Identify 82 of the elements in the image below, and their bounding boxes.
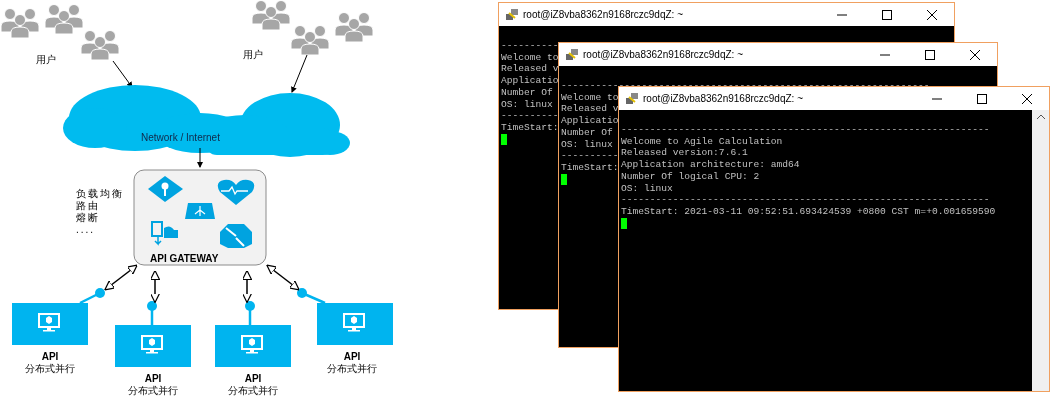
window-title: root@iZ8vba8362n9168rczc9dqZ: ~ <box>583 48 743 62</box>
heart-icon <box>217 179 255 205</box>
terminal-line: OS: linux <box>501 98 553 111</box>
terminal-line: ---------- <box>561 150 619 162</box>
arrow <box>291 54 308 93</box>
terminal-line: Released v <box>561 103 619 116</box>
feature-note: .... <box>76 224 96 235</box>
arrow <box>197 147 203 168</box>
service-subtitle: 分布式并行 <box>128 384 178 398</box>
terminal-line: Number Of <box>561 126 613 139</box>
terminal-line: TimeStart: <box>561 161 619 174</box>
close-icon <box>969 49 980 60</box>
cursor <box>621 217 627 229</box>
people-group-icon <box>0 8 40 39</box>
terminal-line: ---------- <box>501 110 559 122</box>
terminal-app-icon <box>505 7 519 22</box>
arrow <box>112 60 133 88</box>
service-title: API <box>343 350 361 363</box>
feature-note: 熔断 <box>76 212 100 223</box>
connector-pin <box>147 301 157 325</box>
key-icon <box>148 176 183 202</box>
connector-pin <box>79 288 105 305</box>
network-label: Network / Internet <box>141 131 220 145</box>
double-arrow <box>241 269 253 304</box>
terminal-app-icon <box>625 91 639 106</box>
terminal-line: Released v <box>501 63 559 76</box>
people-group-icon <box>334 12 374 43</box>
connector-pin <box>245 301 255 325</box>
people-group-icon <box>44 4 84 35</box>
window-title: root@iZ8vba8362n9168rczc9dqZ: ~ <box>643 92 803 106</box>
close-icon <box>926 9 937 20</box>
terminal-line: ---------------------------------------------------------------- <box>561 80 930 92</box>
double-arrow <box>104 264 138 291</box>
double-arrow <box>266 264 300 291</box>
terminal-line: Applicatio <box>501 75 559 87</box>
people-group-icon <box>80 30 120 61</box>
service-title: API <box>144 372 162 385</box>
gateway-title: API GATEWAY <box>150 252 219 266</box>
terminal-line: ---------------------------------------------------------------- <box>621 124 990 136</box>
monitor-icon <box>141 335 163 354</box>
shield-icon <box>220 224 252 248</box>
scroll-up-icon[interactable] <box>1036 114 1045 119</box>
service-subtitle: 分布式并行 <box>25 362 75 376</box>
terminal-line: OS: linux <box>561 138 613 151</box>
maximize-icon <box>976 93 987 104</box>
terminal-line: Welcome to Agile Calculation <box>621 135 783 148</box>
service-subtitle: 分布式并行 <box>228 384 278 398</box>
terminal-line: Application architecture: amd64 <box>621 159 800 171</box>
monitor-icon <box>343 313 365 332</box>
terminal-app-icon <box>565 47 579 62</box>
window-title: root@iZ8vba8362n9168rczc9dqZ: ~ <box>523 8 683 22</box>
user-label: 用户 <box>243 48 263 62</box>
service-subtitle: 分布式并行 <box>327 362 377 376</box>
terminal-line: Released version:7.6.1 <box>621 147 748 160</box>
terminal-line: OS: linux <box>621 182 673 195</box>
service-title: API <box>41 350 59 363</box>
people-group-icon <box>251 0 291 31</box>
terminal-line: ---------------------------------------------------------------- <box>621 194 990 206</box>
terminal-line: Number Of logical CPU: 2 <box>621 170 760 183</box>
terminal-line: ---------- <box>501 40 559 52</box>
double-arrow <box>149 269 161 304</box>
terminal-line: Applicatio <box>561 115 619 127</box>
monitor-icon <box>241 335 263 354</box>
terminal-line: TimeStart: 2021-03-11 09:52:51.693424539 +0800 CST m=+0.001659590 <box>621 205 996 218</box>
user-label: 用户 <box>36 53 56 67</box>
terminal-line: Welcome to <box>561 91 619 104</box>
document-icon <box>151 221 178 246</box>
close-icon <box>1021 93 1032 104</box>
cursor <box>501 133 507 145</box>
monitor-icon <box>38 313 60 332</box>
maximize-icon <box>924 49 935 60</box>
maximize-icon <box>881 9 892 20</box>
connector-pin <box>297 288 326 305</box>
people-group-icon <box>290 25 330 56</box>
feature-note: 负载均衡 <box>76 188 124 199</box>
cursor <box>561 173 567 185</box>
terminal-line: Welcome to <box>501 51 559 64</box>
feature-note: 路由 <box>76 200 100 211</box>
terminal-line: TimeStart: <box>501 121 559 134</box>
scrollbar[interactable] <box>1032 110 1049 391</box>
service-title: API <box>244 372 262 385</box>
terminal-line: Number Of <box>501 86 553 99</box>
